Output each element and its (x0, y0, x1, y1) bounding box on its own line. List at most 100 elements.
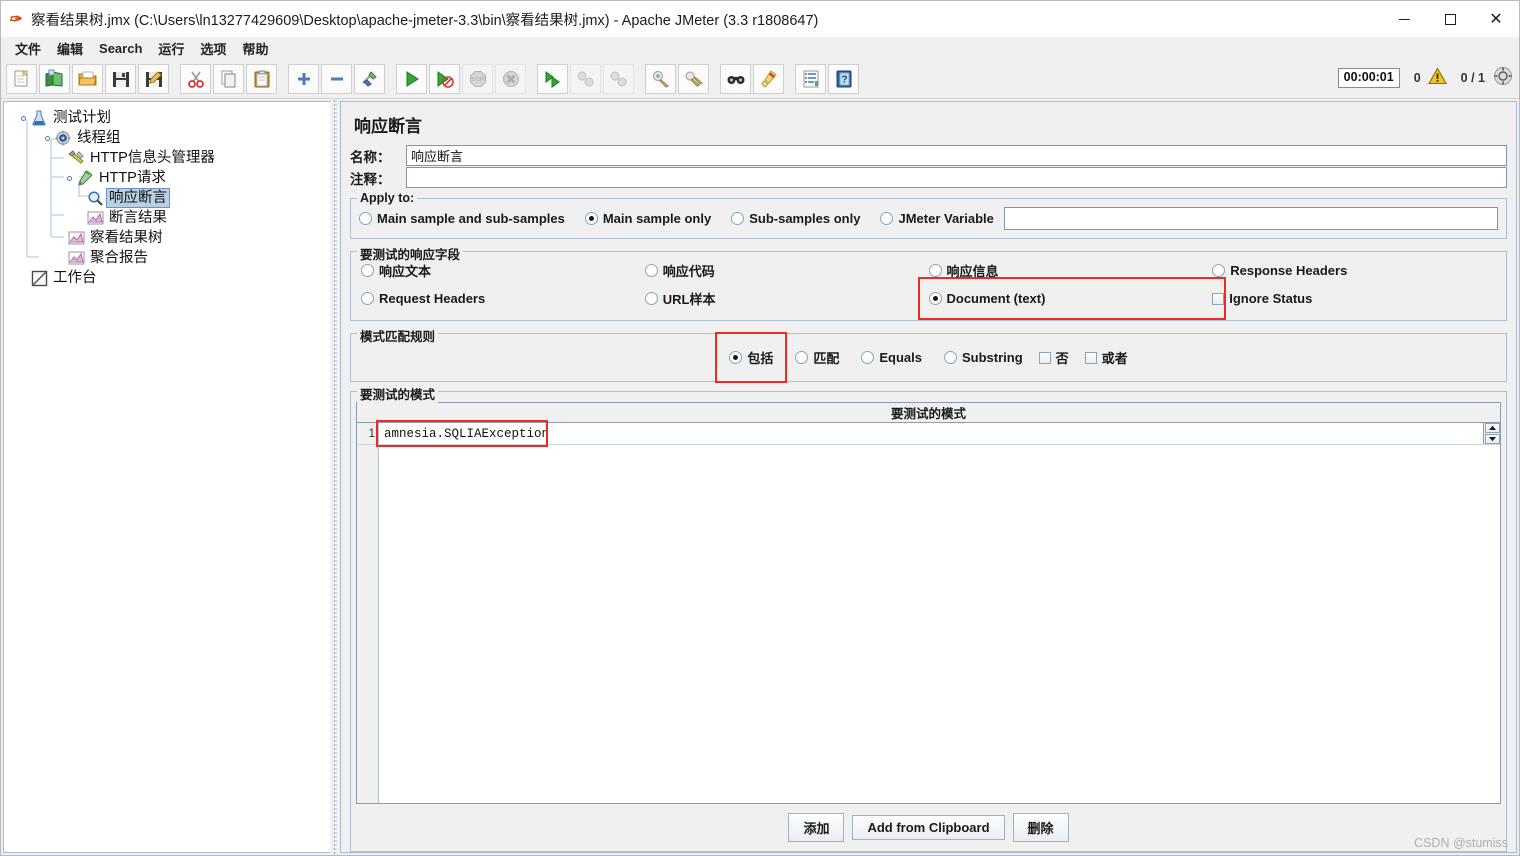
radio-substring[interactable]: Substring (943, 350, 1023, 365)
paste-icon[interactable] (246, 63, 277, 94)
http-request-icon (76, 169, 94, 187)
pattern-cell[interactable]: amnesia.SQLIAException (376, 420, 1483, 447)
patterns-group: 要测试的模式 要测试的模式 1 amnesia.SQLIAException 添… (350, 384, 1507, 852)
radio-contains[interactable]: 包括 (715, 332, 788, 383)
radio-response-text[interactable]: 响应文本 (361, 261, 645, 280)
search-reset-icon[interactable] (753, 63, 784, 94)
tree-expand-handle-test-plan[interactable] (21, 114, 30, 123)
radio-main-and-sub-label: Main sample and sub-samples (377, 211, 565, 226)
radio-equals[interactable]: Equals (861, 350, 922, 365)
menu-file[interactable]: 文件 (7, 37, 49, 60)
clear-all-icon[interactable] (678, 63, 709, 94)
radio-matches[interactable]: 匹配 (795, 348, 839, 367)
warning-triangle-icon[interactable] (1427, 66, 1447, 90)
row-index: 1 (357, 423, 379, 444)
start-no-pause-icon[interactable] (429, 63, 460, 94)
toolbar: STOP ? 00:00:01 0 0 / 1 (1, 59, 1519, 99)
radio-request-headers[interactable]: Request Headers (361, 289, 645, 308)
function-helper-icon[interactable] (795, 63, 826, 94)
svg-text:STOP: STOP (471, 77, 485, 83)
patterns-table-empty-area[interactable] (357, 445, 1500, 803)
tree-node-response-assertion[interactable]: 响应断言 (4, 188, 330, 208)
radio-main-and-sub[interactable]: Main sample and sub-samples (359, 211, 565, 226)
panel-splitter[interactable] (330, 99, 340, 855)
name-input[interactable] (406, 145, 1507, 166)
minimize-button[interactable] (1381, 1, 1427, 37)
cut-icon[interactable] (180, 63, 211, 94)
tree-expand-handle-http-request[interactable] (67, 174, 76, 183)
tree-expand-handle-thread-group[interactable] (45, 134, 54, 143)
tree-node-workbench[interactable]: 工作台 (4, 268, 330, 288)
listener-icon (86, 209, 104, 227)
radio-main-only[interactable]: Main sample only (584, 211, 711, 226)
radio-response-message[interactable]: 响应信息 (928, 261, 1213, 280)
response-field-legend: 要测试的响应字段 (357, 244, 464, 263)
radio-sub-only[interactable]: Sub-samples only (731, 211, 860, 226)
remote-status-icon[interactable] (1493, 66, 1513, 91)
start-remote-icon[interactable] (537, 63, 568, 94)
checkbox-or-icon (1084, 351, 1097, 364)
menu-search[interactable]: Search (91, 39, 150, 58)
checkbox-not[interactable]: 否 (1038, 348, 1069, 367)
tree-node-aggregate-report[interactable]: 聚合报告 (4, 248, 330, 268)
elapsed-timer: 00:00:01 (1337, 68, 1400, 88)
close-button[interactable]: ✕ (1473, 1, 1519, 37)
save-icon[interactable] (105, 63, 136, 94)
toggle-icon[interactable] (354, 63, 385, 94)
radio-substring-icon (943, 351, 957, 364)
checkbox-or[interactable]: 或者 (1084, 348, 1128, 367)
radio-url-sample[interactable]: URL样本 (644, 289, 929, 308)
radio-request-headers-label: Request Headers (379, 291, 486, 306)
menu-options[interactable]: 选项 (192, 37, 234, 60)
tree-node-header-manager[interactable]: HTTP信息头管理器 (4, 148, 330, 168)
comment-input[interactable] (406, 167, 1507, 188)
add-button[interactable]: 添加 (788, 812, 845, 842)
menu-edit[interactable]: 编辑 (49, 37, 91, 60)
menu-help[interactable]: 帮助 (234, 37, 276, 60)
tree-node-http-request[interactable]: HTTP请求 (4, 168, 330, 188)
clear-icon[interactable] (645, 63, 676, 94)
tree-node-assertion-results[interactable]: 断言结果 (4, 208, 330, 228)
radio-response-headers[interactable]: Response Headers (1212, 261, 1496, 280)
add-from-clipboard-button[interactable]: Add from Clipboard (852, 814, 1005, 840)
menu-bar: 文件 编辑 Search 运行 选项 帮助 (1, 37, 1519, 59)
spinner-down-icon[interactable] (1484, 434, 1500, 444)
tree-node-thread-group[interactable]: 线程组 (4, 128, 330, 148)
radio-jmeter-variable[interactable]: JMeter Variable (880, 211, 994, 226)
table-row[interactable]: 1 amnesia.SQLIAException (357, 420, 1500, 447)
copy-icon[interactable] (213, 63, 244, 94)
radio-equals-label: Equals (879, 350, 922, 365)
open-icon[interactable] (72, 63, 103, 94)
tree-node-test-plan[interactable]: 测试计划 (4, 108, 330, 128)
listener-icon (67, 249, 85, 267)
csdn-watermark: CSDN @stumiss (1414, 836, 1508, 850)
help-icon[interactable]: ? (828, 63, 859, 94)
templates-icon[interactable] (39, 63, 70, 94)
tree-node-view-results-tree[interactable]: 察看结果树 (4, 228, 330, 248)
menu-run[interactable]: 运行 (150, 37, 192, 60)
patterns-button-row: 添加 Add from Clipboard 删除 (354, 806, 1503, 848)
search-icon[interactable] (720, 63, 751, 94)
checkbox-ignore-status[interactable]: Ignore Status (1212, 289, 1496, 308)
new-icon[interactable] (6, 63, 37, 94)
apply-to-legend: Apply to: (357, 191, 418, 205)
maximize-button[interactable] (1427, 1, 1473, 37)
toolbar-group-remote (536, 63, 635, 94)
delete-button[interactable]: 删除 (1012, 812, 1069, 842)
patterns-table-header: 要测试的模式 (357, 403, 1500, 423)
response-field-group: 要测试的响应字段 响应文本 响应代码 响应信息 Response Headers… (350, 244, 1507, 321)
tree-label-assertion-results: 断言结果 (109, 210, 167, 226)
radio-response-code[interactable]: 响应代码 (644, 261, 929, 280)
spinner-up-icon[interactable] (1484, 423, 1500, 433)
save-as-icon[interactable] (138, 63, 169, 94)
radio-jmeter-variable-icon (880, 212, 894, 225)
start-icon[interactable] (396, 63, 427, 94)
radio-document-text[interactable]: Document (text) (917, 277, 1227, 320)
expand-all-icon[interactable] (288, 63, 319, 94)
toolbar-group-clipboard (179, 63, 278, 94)
collapse-all-icon[interactable] (321, 63, 352, 94)
tree-label-view-results-tree: 察看结果树 (90, 230, 163, 246)
name-field-row: 名称： (341, 145, 1516, 166)
name-label: 名称： (350, 149, 391, 165)
jmeter-variable-input[interactable] (1003, 207, 1498, 230)
